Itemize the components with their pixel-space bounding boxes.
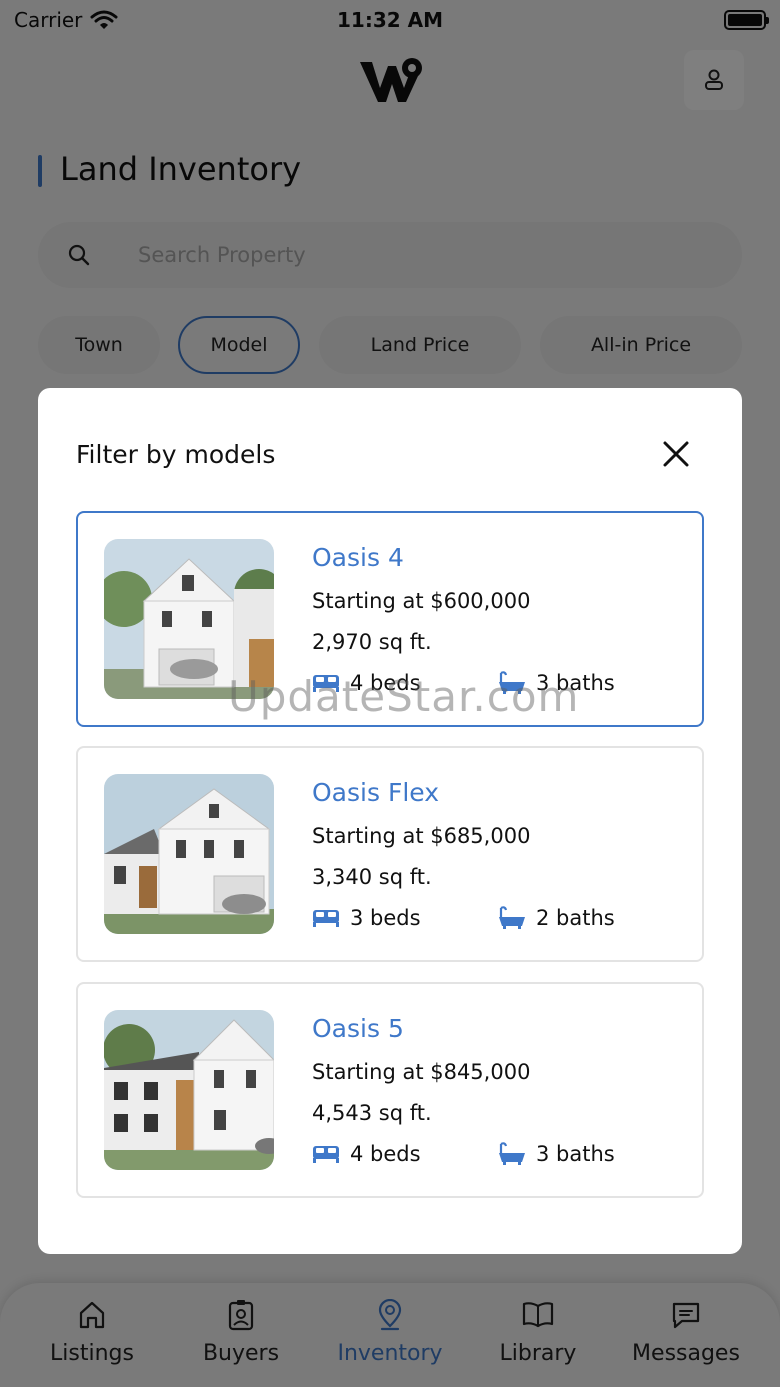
- beds-label: 4 beds: [350, 1142, 421, 1166]
- bathtub-icon: [499, 1142, 525, 1165]
- baths-label: 3 baths: [536, 1142, 615, 1166]
- baths-label: 2 baths: [536, 906, 615, 930]
- model-price: Starting at $685,000: [312, 824, 531, 848]
- model-card-oasis-flex[interactable]: Oasis Flex Starting at $685,000 3,340 sq…: [76, 746, 704, 962]
- model-photo: [104, 1010, 274, 1170]
- bed-icon: [313, 910, 339, 927]
- model-price: Starting at $845,000: [312, 1060, 531, 1084]
- model-baths: 2 baths: [498, 906, 615, 930]
- model-beds: 3 beds: [312, 906, 421, 930]
- model-area: 4,543 sq ft.: [312, 1101, 432, 1125]
- model-card-oasis-5[interactable]: Oasis 5 Starting at $845,000 4,543 sq ft…: [76, 982, 704, 1198]
- model-area: 3,340 sq ft.: [312, 865, 432, 889]
- model-name: Oasis 4: [312, 543, 404, 572]
- filter-models-dialog: Filter by models Oasis 4 Starting at $60…: [38, 388, 742, 1254]
- model-baths: 3 baths: [498, 1142, 615, 1166]
- model-photo: [104, 774, 274, 934]
- watermark: UpdateStar.com: [228, 672, 580, 721]
- model-price: Starting at $600,000: [312, 589, 531, 613]
- bed-icon: [313, 1146, 339, 1163]
- model-name: Oasis 5: [312, 1014, 404, 1043]
- dialog-title: Filter by models: [76, 440, 276, 469]
- close-icon[interactable]: [660, 438, 692, 470]
- model-beds: 4 beds: [312, 1142, 421, 1166]
- beds-label: 3 beds: [350, 906, 421, 930]
- model-name: Oasis Flex: [312, 778, 440, 807]
- model-area: 2,970 sq ft.: [312, 630, 432, 654]
- bathtub-icon: [499, 906, 525, 929]
